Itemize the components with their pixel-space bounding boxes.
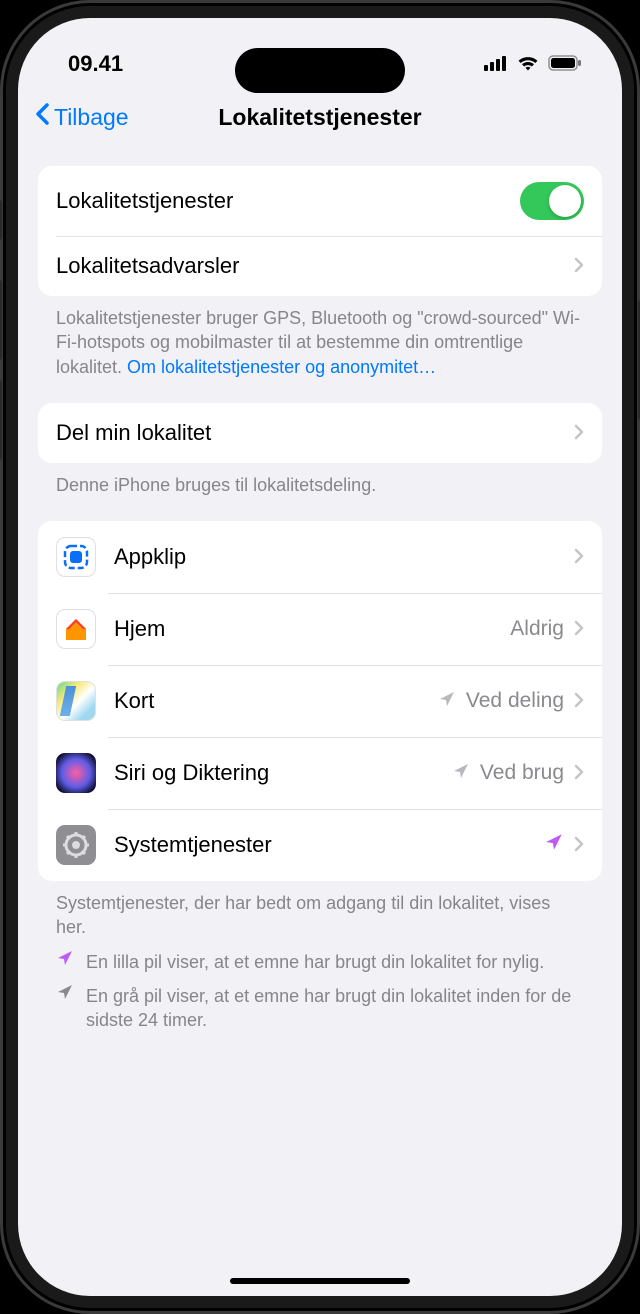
toggle-on[interactable] [520, 182, 584, 220]
row-label: Appklip [114, 544, 574, 570]
row-location-services-toggle[interactable]: Lokalitetstjenester [38, 166, 602, 236]
row-label: Kort [114, 688, 438, 714]
gear-icon [56, 825, 96, 865]
chevron-right-icon [574, 253, 584, 279]
legend-purple: En lilla pil viser, at et emne har brugt… [38, 940, 602, 974]
row-detail: Ved brug [480, 761, 564, 785]
row-detail: Ved deling [466, 689, 564, 713]
group-main: Lokalitetstjenester Lokalitetsadvarsler [38, 166, 602, 296]
toggle-knob [549, 185, 581, 217]
device-frame: 09.41 Tilbage Lokalitetstjenest [0, 0, 640, 1314]
location-arrow-purple-icon [56, 949, 74, 973]
row-label: Del min lokalitet [56, 420, 574, 446]
dynamic-island [235, 48, 405, 93]
maps-icon [56, 681, 96, 721]
home-icon [56, 609, 96, 649]
appclip-icon [56, 537, 96, 577]
back-button[interactable]: Tilbage [34, 102, 129, 132]
volume-down-button [0, 380, 2, 460]
legend-text: En grå pil viser, at et emne har brugt d… [86, 984, 584, 1033]
battery-icon [548, 51, 582, 77]
legend-text: En lilla pil viser, at et emne har brugt… [86, 950, 544, 974]
row-label: Siri og Diktering [114, 760, 452, 786]
nav-bar: Tilbage Lokalitetstjenester [18, 88, 622, 152]
location-arrow-gray-icon [438, 688, 456, 714]
page-title: Lokalitetstjenester [218, 104, 421, 131]
privacy-link[interactable]: Om lokalitetstjenester og anonymitet… [127, 357, 436, 377]
group-apps: Appklip Hjem Aldrig Kort [38, 521, 602, 881]
row-detail: Aldrig [510, 617, 564, 641]
chevron-right-icon [574, 420, 584, 446]
group-share-footer: Denne iPhone bruges til lokalitetsdeling… [38, 463, 602, 497]
back-label: Tilbage [54, 104, 129, 131]
status-time: 09.41 [68, 51, 123, 77]
row-location-alerts[interactable]: Lokalitetsadvarsler [38, 236, 602, 296]
row-app-maps[interactable]: Kort Ved deling [38, 665, 602, 737]
row-app-home[interactable]: Hjem Aldrig [38, 593, 602, 665]
row-system-services[interactable]: Systemtjenester [38, 809, 602, 881]
group-apps-footer: Systemtjenester, der har bedt om adgang … [38, 881, 602, 940]
home-indicator[interactable] [230, 1278, 410, 1284]
chevron-right-icon [574, 616, 584, 642]
group-main-footer: Lokalitetstjenester bruger GPS, Bluetoot… [38, 296, 602, 379]
chevron-right-icon [574, 760, 584, 786]
group-share: Del min lokalitet [38, 403, 602, 463]
silent-switch [0, 200, 2, 240]
chevron-left-icon [34, 102, 50, 132]
location-arrow-gray-icon [452, 760, 470, 786]
row-label: Systemtjenester [114, 832, 544, 858]
location-arrow-gray-icon [56, 983, 74, 1007]
chevron-right-icon [574, 688, 584, 714]
chevron-right-icon [574, 832, 584, 858]
row-app-appclip[interactable]: Appklip [38, 521, 602, 593]
screen: 09.41 Tilbage Lokalitetstjenest [18, 18, 622, 1296]
row-label: Hjem [114, 616, 510, 642]
legend-gray: En grå pil viser, at et emne har brugt d… [38, 974, 602, 1033]
row-label: Lokalitetstjenester [56, 188, 520, 214]
row-share-location[interactable]: Del min lokalitet [38, 403, 602, 463]
volume-up-button [0, 280, 2, 360]
cellular-icon [484, 51, 508, 77]
content: Lokalitetstjenester Lokalitetsadvarsler … [18, 166, 622, 1063]
chevron-right-icon [574, 544, 584, 570]
row-app-siri[interactable]: Siri og Diktering Ved brug [38, 737, 602, 809]
location-arrow-purple-icon [544, 832, 564, 858]
siri-icon [56, 753, 96, 793]
wifi-icon [516, 51, 540, 77]
row-label: Lokalitetsadvarsler [56, 253, 574, 279]
